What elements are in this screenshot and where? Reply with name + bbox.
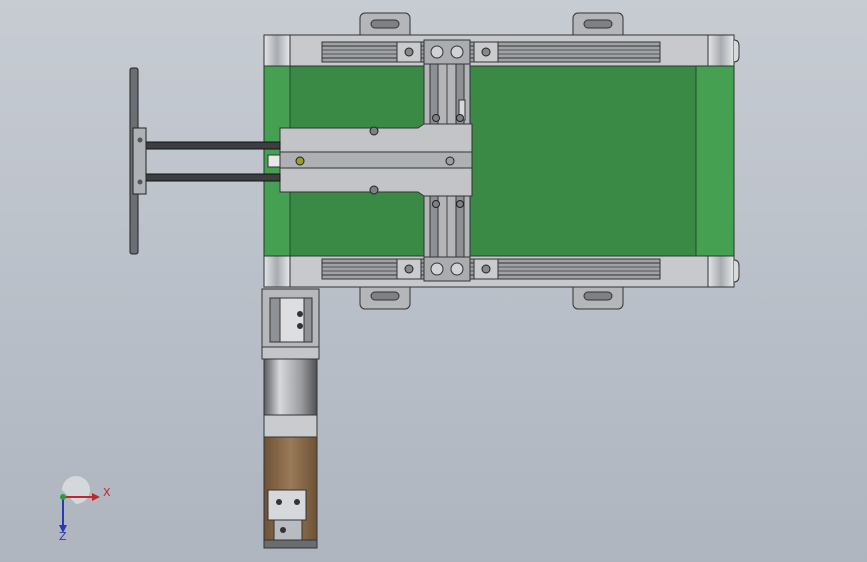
- axis-x-label: X: [103, 486, 111, 499]
- handle-bar[interactable]: [129, 67, 147, 255]
- axis-triad: [59, 476, 100, 533]
- cad-viewport[interactable]: X Z: [0, 0, 867, 562]
- axis-z-label: Z: [59, 530, 67, 543]
- conveyor-model[interactable]: [0, 0, 867, 562]
- drive-motor[interactable]: [263, 358, 318, 549]
- side-rail-top: [263, 34, 740, 67]
- guide-rods: [145, 141, 281, 182]
- drive-gearbox[interactable]: [261, 288, 320, 360]
- side-rail-bottom: [263, 255, 740, 288]
